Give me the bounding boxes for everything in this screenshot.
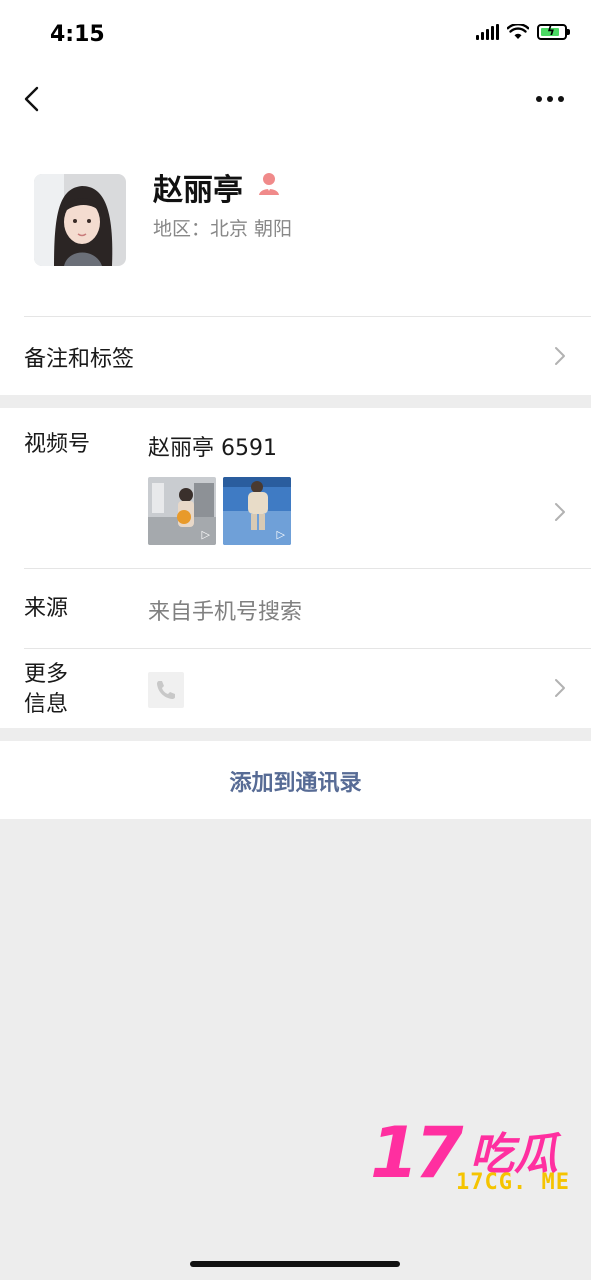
source-label: 来源 bbox=[24, 596, 69, 621]
more-info-label-line2: 信息 bbox=[24, 692, 69, 717]
notes-and-tags-row[interactable]: 备注和标签 bbox=[0, 317, 591, 395]
more-info-label-line1: 更多 bbox=[24, 662, 69, 687]
contact-name: 赵丽亭 bbox=[153, 173, 243, 208]
profile-header-section: 4:15 ϟ 赵丽亭 地区：北京 朝阳 备注和标签 bbox=[0, 0, 591, 395]
play-icon: ▷ bbox=[201, 528, 210, 541]
more-dots-icon[interactable] bbox=[535, 88, 565, 110]
phone-icon bbox=[148, 672, 184, 708]
wifi-icon bbox=[507, 24, 529, 39]
add-contact-label: 添加到通讯录 bbox=[229, 771, 362, 796]
status-icons: ϟ bbox=[476, 24, 570, 40]
video-channel-name: 赵丽亭 6591 bbox=[148, 436, 277, 461]
video-channel-row[interactable]: 视频号 赵丽亭 6591 ▷ ▷ bbox=[0, 408, 591, 568]
chevron-right-icon bbox=[555, 679, 565, 697]
gender-female-icon bbox=[259, 173, 279, 195]
chevron-right-icon bbox=[555, 347, 565, 365]
status-time: 4:15 bbox=[50, 22, 105, 47]
notes-and-tags-label: 备注和标签 bbox=[24, 347, 135, 372]
divider bbox=[24, 568, 591, 569]
play-icon: ▷ bbox=[276, 528, 285, 541]
contact-region: 地区：北京 朝阳 bbox=[153, 218, 293, 240]
avatar[interactable] bbox=[34, 174, 126, 266]
info-card: 视频号 赵丽亭 6591 ▷ ▷ 来源 来自手机号搜索 更多 信息 bbox=[0, 408, 591, 728]
home-indicator[interactable] bbox=[190, 1261, 400, 1267]
watermark-logo: 17 吃瓜 17CG. ME bbox=[370, 1112, 582, 1200]
video-thumbnail[interactable]: ▷ bbox=[148, 477, 216, 545]
signal-icon bbox=[476, 24, 499, 40]
back-arrow-icon[interactable] bbox=[20, 84, 50, 114]
chevron-right-icon bbox=[555, 503, 565, 521]
battery-icon: ϟ bbox=[537, 24, 570, 40]
watermark-site: 17CG. ME bbox=[456, 1170, 570, 1195]
more-info-row[interactable]: 更多 信息 bbox=[0, 648, 591, 728]
video-channel-label: 视频号 bbox=[24, 432, 91, 457]
video-thumbnail[interactable]: ▷ bbox=[223, 477, 291, 545]
add-contact-button[interactable]: 添加到通讯录 bbox=[0, 741, 591, 819]
watermark-number: 17 bbox=[370, 1112, 463, 1194]
source-value: 来自手机号搜索 bbox=[148, 600, 303, 625]
